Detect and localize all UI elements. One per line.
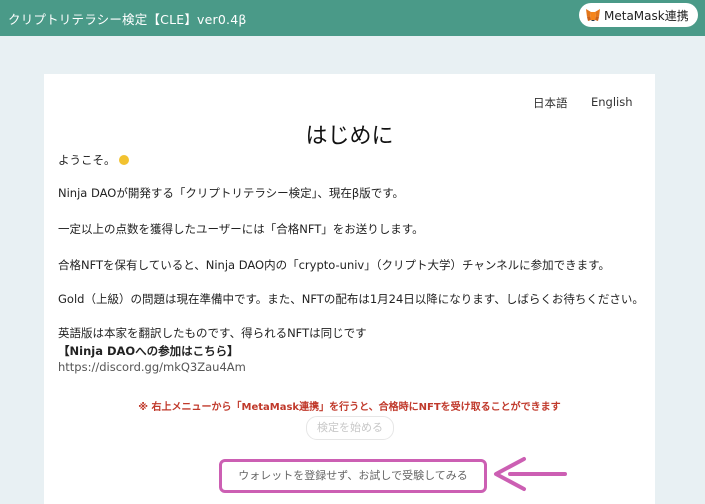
language-japanese-link[interactable]: 日本語 [533,95,568,111]
metamask-fox-icon [586,9,600,21]
welcome-text: ようこそ。 [58,152,129,168]
nft-reward-paragraph: 一定以上の点数を獲得したユーザーには「合格NFT」をお送りします。 [58,222,424,236]
trial-exam-button[interactable]: ウォレットを登録せず、お試しで受験してみる [219,459,487,493]
intro-paragraph: Ninja DAOが開発する「クリプトリテラシー検定」、現在β版です。 [58,186,405,200]
discord-link[interactable]: https://discord.gg/mkQ3Zau4Am [58,360,246,374]
gold-level-paragraph: Gold（上級）の問題は現在準備中です。また、NFTの配布は1月24日以降になり… [58,292,644,306]
intro-card: 日本語 English はじめに ようこそ。 Ninja DAOが開発する「クリ… [44,74,655,504]
welcome-label: ようこそ。 [58,153,116,167]
smile-emoji-icon [118,155,129,165]
english-version-paragraph: 英語版は本家を翻訳したものです、得られるNFTは同じです [58,326,367,340]
metamask-notice: ※ 右上メニューから「MetaMask連携」を行うと、合格時にNFTを受け取るこ… [138,402,561,413]
start-exam-button[interactable]: 検定を始める [306,416,394,440]
metamask-connect-button[interactable]: MetaMask連携 [579,3,698,27]
top-bar: クリプトリテラシー検定【CLE】ver0.4β MetaMask連携 [0,0,705,36]
metamask-button-label: MetaMask連携 [604,8,689,23]
app-title: クリプトリテラシー検定【CLE】ver0.4β [8,12,247,27]
channel-access-paragraph: 合格NFTを保有していると、Ninja DAO内の「crypto-univ」（ク… [58,258,610,272]
join-heading: 【Ninja DAOへの参加はこちら】 [58,344,239,358]
page-title: はじめに [305,124,394,149]
language-english-link[interactable]: English [591,95,633,109]
